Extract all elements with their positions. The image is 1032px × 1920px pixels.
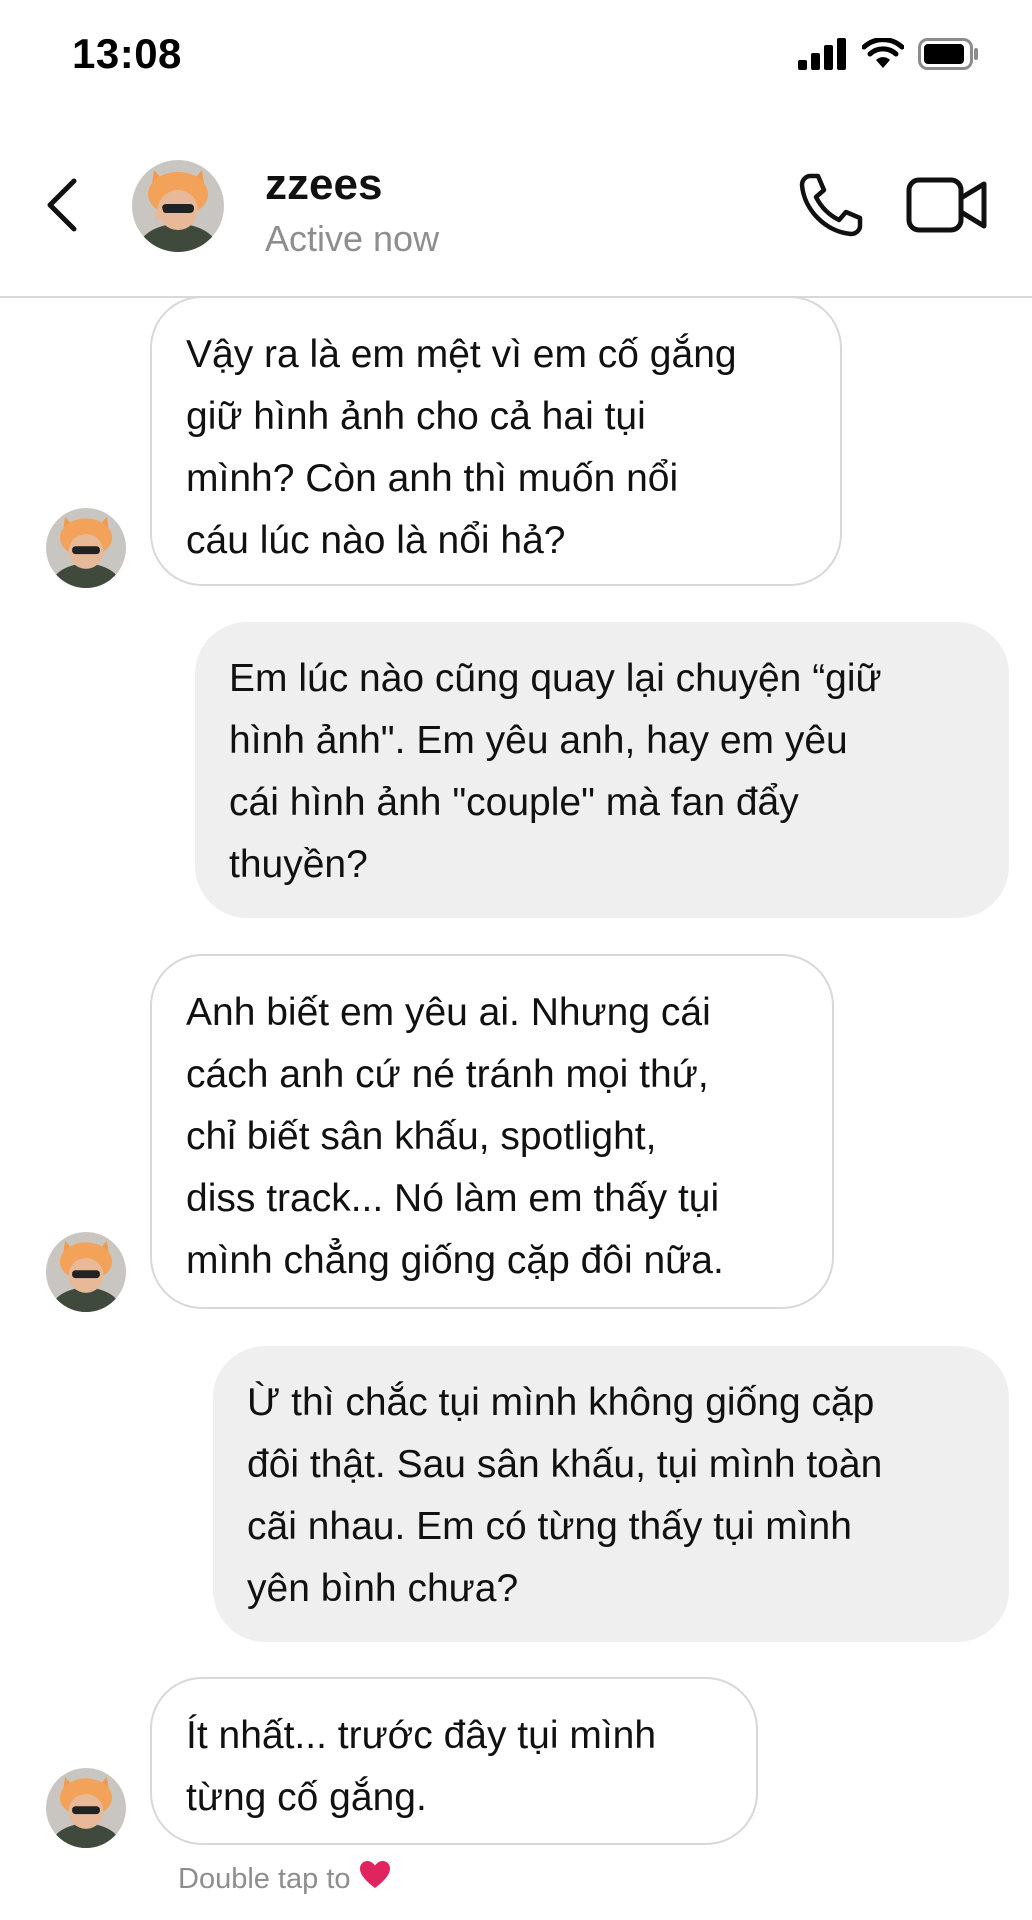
wifi-icon [862,38,904,68]
status-icons [798,38,980,70]
contact-avatar[interactable] [132,160,224,252]
signal-icon [798,38,846,70]
double-tap-hint: Double tap to [178,1860,391,1898]
message-bubble-received[interactable]: Anh biết em yêu ai. Nhưng cái cách anh c… [150,954,834,1309]
contact-name: zzees [265,160,383,209]
message-bubble-received[interactable]: Ít nhất... trước đây tụi mình từng cố gắ… [150,1677,758,1845]
phone-icon [799,173,863,237]
sender-avatar[interactable] [46,1232,126,1312]
contact-status: Active now [265,218,440,259]
voice-call-button[interactable] [796,170,866,240]
back-icon [47,178,77,232]
back-button[interactable] [36,170,86,240]
video-icon [906,177,987,233]
status-time: 13:08 [72,30,182,77]
message-bubble-sent[interactable]: Em lúc nào cũng quay lại chuyện “giữ hìn… [195,622,1009,918]
message-bubble-sent[interactable]: Ừ thì chắc tụi mình không giống cặp đôi … [213,1346,1009,1642]
heart-icon [359,1860,391,1898]
status-bar: 13:08 [0,0,1032,110]
battery-icon [918,38,978,70]
sender-avatar[interactable] [46,1768,126,1848]
chat-header: zzees Active now [0,110,1032,298]
sender-avatar[interactable] [46,508,126,588]
message-bubble-received[interactable]: Vậy ra là em mệt vì em cố gắng giữ hình … [150,296,842,586]
video-call-button[interactable] [906,174,988,236]
double-tap-hint-text: Double tap to [178,1862,351,1895]
